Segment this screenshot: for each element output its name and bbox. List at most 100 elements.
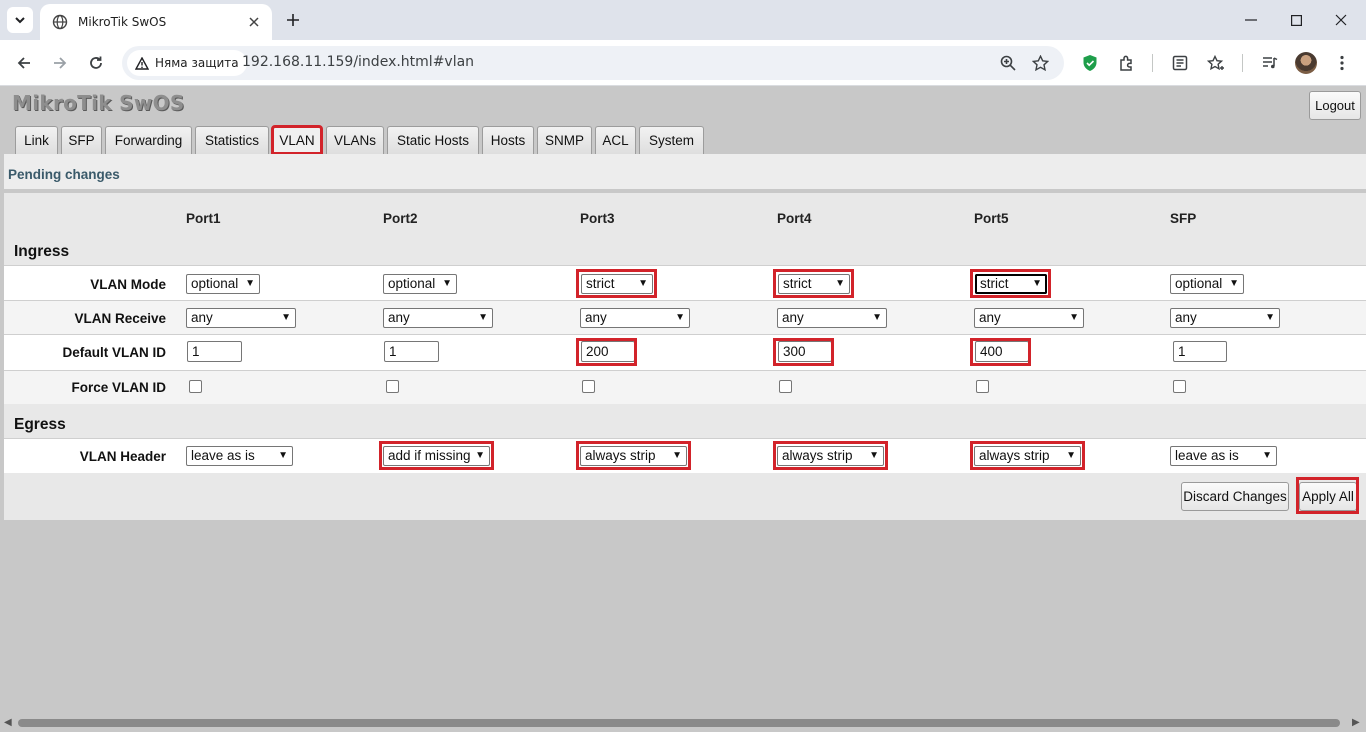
highlight-box	[970, 441, 1085, 470]
vlan-settings-panel: Port1 Port2 Port3 Port4 Port5 SFP Ingres…	[4, 193, 1366, 520]
globe-icon	[52, 14, 68, 30]
tab-link[interactable]: Link	[15, 126, 58, 154]
force-vlan-id-label: Force VLAN ID	[71, 380, 166, 395]
url-text[interactable]: 192.168.11.159/index.html#vlan	[242, 54, 474, 70]
scrollbar-thumb[interactable]	[18, 719, 1340, 727]
arrow-left-icon	[17, 57, 30, 69]
vlan-receive-select-port4[interactable]: any ▼	[777, 308, 887, 328]
new-tab-button[interactable]	[281, 8, 305, 32]
shield-extension-icon[interactable]	[1076, 49, 1104, 77]
address-bar[interactable]: Няма защита 192.168.11.159/index.html#vl…	[122, 46, 1064, 80]
tab-statistics[interactable]: Statistics	[195, 126, 269, 154]
default-vlan-id-input-port1[interactable]: 1	[187, 341, 242, 362]
kebab-menu-icon[interactable]	[1328, 49, 1356, 77]
port-header: Port2	[383, 211, 418, 226]
default-vlan-id-input-sfp[interactable]: 1	[1173, 341, 1227, 362]
tab-vlan[interactable]: VLAN	[271, 125, 323, 155]
brand-title: MikroTik SwOS	[12, 91, 185, 115]
minimize-button[interactable]	[1237, 6, 1265, 34]
horizontal-scrollbar[interactable]: ◀ ▶	[0, 714, 1366, 732]
port-header: Port3	[580, 211, 615, 226]
vlan-mode-select-sfp[interactable]: optional ▼	[1170, 274, 1244, 294]
close-window-button[interactable]	[1327, 6, 1355, 34]
ingress-section-title: Ingress	[14, 243, 70, 260]
close-tab-icon[interactable]	[244, 12, 264, 32]
tab-hosts[interactable]: Hosts	[482, 126, 534, 154]
egress-section-title: Egress	[14, 416, 66, 433]
vlan-header-label: VLAN Header	[79, 449, 166, 464]
tab-system[interactable]: System	[639, 126, 704, 154]
highlight-box	[773, 269, 854, 298]
vlan-mode-select-port1[interactable]: optional ▼	[186, 274, 260, 294]
scroll-right-icon[interactable]: ▶	[1352, 717, 1360, 728]
vlan-receive-select-port5[interactable]: any ▼	[974, 308, 1084, 328]
tab-snmp[interactable]: SNMP	[537, 126, 592, 154]
logout-button[interactable]: Logout	[1309, 91, 1361, 120]
arrow-right-icon	[54, 57, 67, 69]
security-chip[interactable]: Няма защита	[127, 50, 247, 76]
scroll-left-icon[interactable]: ◀	[4, 717, 12, 728]
pending-changes-label: Pending changes	[8, 167, 120, 182]
tab-acl[interactable]: ACL	[595, 126, 636, 154]
vlan-mode-label: VLAN Mode	[90, 277, 166, 292]
zoom-icon[interactable]	[996, 51, 1020, 75]
force-vlan-id-checkbox-port3[interactable]	[582, 380, 595, 393]
force-vlan-id-row: Force VLAN ID	[4, 370, 1366, 404]
vlan-receive-select-port2[interactable]: any ▼	[383, 308, 493, 328]
swos-page: MikroTik SwOS Logout Link SFP Forwarding…	[0, 86, 1366, 718]
profile-avatar[interactable]	[1295, 52, 1317, 74]
browser-tab-title: MikroTik SwOS	[78, 15, 167, 29]
security-label: Няма защита	[155, 56, 239, 70]
force-vlan-id-checkbox-sfp[interactable]	[1173, 380, 1186, 393]
port-header: Port4	[777, 211, 812, 226]
reading-mode-icon[interactable]	[1166, 49, 1194, 77]
tab-forwarding[interactable]: Forwarding	[105, 126, 192, 154]
tab-vlans[interactable]: VLANs	[326, 126, 384, 154]
close-icon	[1335, 14, 1347, 26]
favorites-icon[interactable]	[1202, 49, 1230, 77]
minimize-icon	[1245, 19, 1257, 21]
plus-icon	[287, 14, 299, 26]
force-vlan-id-checkbox-port4[interactable]	[779, 380, 792, 393]
tab-static-hosts[interactable]: Static Hosts	[387, 126, 479, 154]
port-header: Port1	[186, 211, 221, 226]
highlight-box	[773, 338, 834, 366]
discard-changes-button[interactable]: Discard Changes	[1181, 482, 1289, 511]
maximize-button[interactable]	[1282, 6, 1310, 34]
vlan-mode-select-port2[interactable]: optional ▼	[383, 274, 457, 294]
highlight-box	[970, 338, 1031, 366]
browser-tab-active[interactable]: MikroTik SwOS	[40, 4, 272, 40]
vlan-receive-select-sfp[interactable]: any ▼	[1170, 308, 1280, 328]
vlan-receive-label: VLAN Receive	[74, 311, 166, 326]
default-vlan-id-row: Default VLAN ID 1 1 200 300 400 1	[4, 334, 1366, 370]
media-control-icon[interactable]	[1256, 49, 1284, 77]
port-header: Port5	[974, 211, 1009, 226]
tab-sfp[interactable]: SFP	[61, 126, 102, 154]
force-vlan-id-checkbox-port1[interactable]	[189, 380, 202, 393]
vlan-header-select-port1[interactable]: leave as is ▼	[186, 446, 293, 466]
highlight-box	[576, 338, 637, 366]
browser-tabstrip: MikroTik SwOS	[0, 0, 1366, 40]
toolbar-divider	[1242, 54, 1243, 72]
back-button[interactable]	[10, 49, 38, 77]
force-vlan-id-checkbox-port2[interactable]	[386, 380, 399, 393]
vlan-header-row: VLAN Header leave as is ▼ add if missing ▼…	[4, 438, 1366, 473]
star-icon[interactable]	[1028, 51, 1052, 75]
tab-search-button[interactable]	[7, 7, 33, 33]
default-vlan-id-input-port2[interactable]: 1	[384, 341, 439, 362]
highlight-box	[773, 441, 888, 470]
highlight-box	[1296, 477, 1359, 514]
default-vlan-id-label: Default VLAN ID	[62, 345, 166, 360]
toolbar-divider	[1152, 54, 1153, 72]
vlan-receive-select-port1[interactable]: any ▼	[186, 308, 296, 328]
extensions-icon[interactable]	[1112, 49, 1140, 77]
warning-icon	[135, 56, 149, 70]
chevron-down-icon	[15, 16, 25, 23]
highlight-box	[576, 269, 657, 298]
force-vlan-id-checkbox-port5[interactable]	[976, 380, 989, 393]
reload-button[interactable]	[82, 49, 110, 77]
highlight-box	[970, 269, 1051, 298]
vlan-receive-select-port3[interactable]: any ▼	[580, 308, 690, 328]
forward-button[interactable]	[46, 49, 74, 77]
vlan-header-select-sfp[interactable]: leave as is ▼	[1170, 446, 1277, 466]
